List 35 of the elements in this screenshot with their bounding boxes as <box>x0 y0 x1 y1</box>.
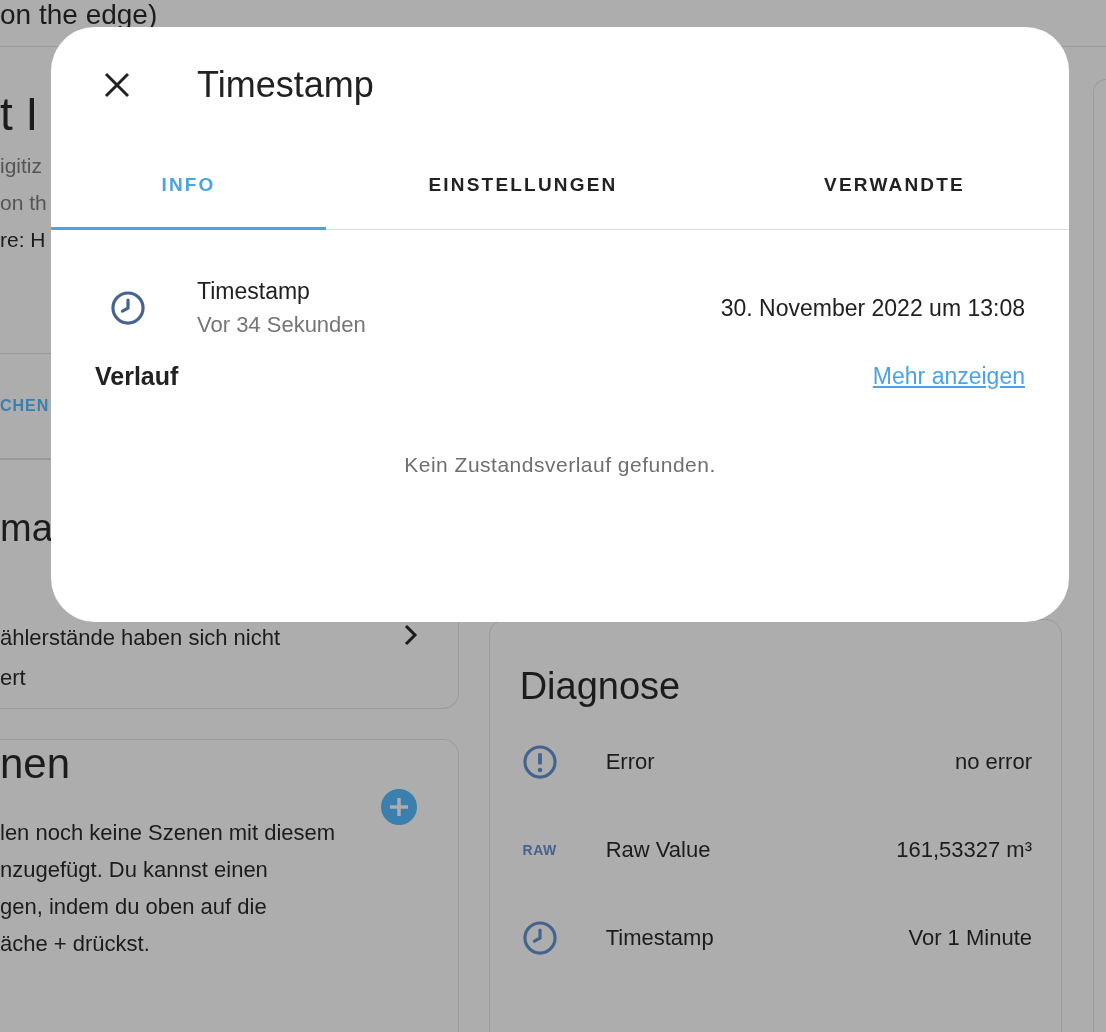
card-title: Diagnose <box>519 664 681 708</box>
raw-icon: RAW <box>522 842 557 858</box>
entity-name: Timestamp <box>605 925 714 950</box>
card-title: nen <box>0 740 71 787</box>
card-text: on th <box>0 190 47 216</box>
entity-time: Vor 34 Sekunden <box>197 311 366 339</box>
action-link[interactable]: CHEN <box>0 354 50 458</box>
entity-name: Raw Value <box>605 837 711 862</box>
card-text: re: H <box>0 227 46 253</box>
dialog-title: Timestamp <box>197 64 374 106</box>
history-title: Verlauf <box>95 362 179 391</box>
card-text: ählerstände haben sich nicht <box>0 624 281 652</box>
card-text: gen, indem du oben auf die <box>0 893 267 921</box>
tab[interactable]: EINSTELLUNGEN <box>326 143 720 230</box>
card-text: igitiz <box>0 153 42 179</box>
empty-message: Kein Zustandsverlauf gefunden. <box>404 453 716 477</box>
alert-icon <box>520 743 559 781</box>
card-text: ert <box>0 664 26 692</box>
card-text: len noch keine Szenen mit diesem <box>0 819 336 847</box>
card-title: t I <box>0 87 39 142</box>
entity-name: Error <box>605 749 655 774</box>
show-more-link[interactable]: Mehr anzeigen <box>872 363 1025 390</box>
tab[interactable]: INFO <box>51 143 326 230</box>
entity-value: 30. November 2022 um 13:08 <box>720 294 1025 322</box>
chevron-icon[interactable] <box>403 624 418 646</box>
entity-name: Timestamp <box>197 277 310 306</box>
card-text: äche + drückst. <box>0 930 150 958</box>
entity-value: no error <box>954 749 1032 775</box>
clock-icon <box>520 919 559 957</box>
clock-icon <box>109 289 147 327</box>
entity-value: 161,53327 m³ <box>896 837 1032 863</box>
card-text: nzugefügt. Du kannst einen <box>0 856 268 884</box>
tab[interactable]: VERWANDTE <box>720 143 1069 230</box>
entity-value: Vor 1 Minute <box>908 925 1032 951</box>
card-title: ma <box>0 506 53 551</box>
